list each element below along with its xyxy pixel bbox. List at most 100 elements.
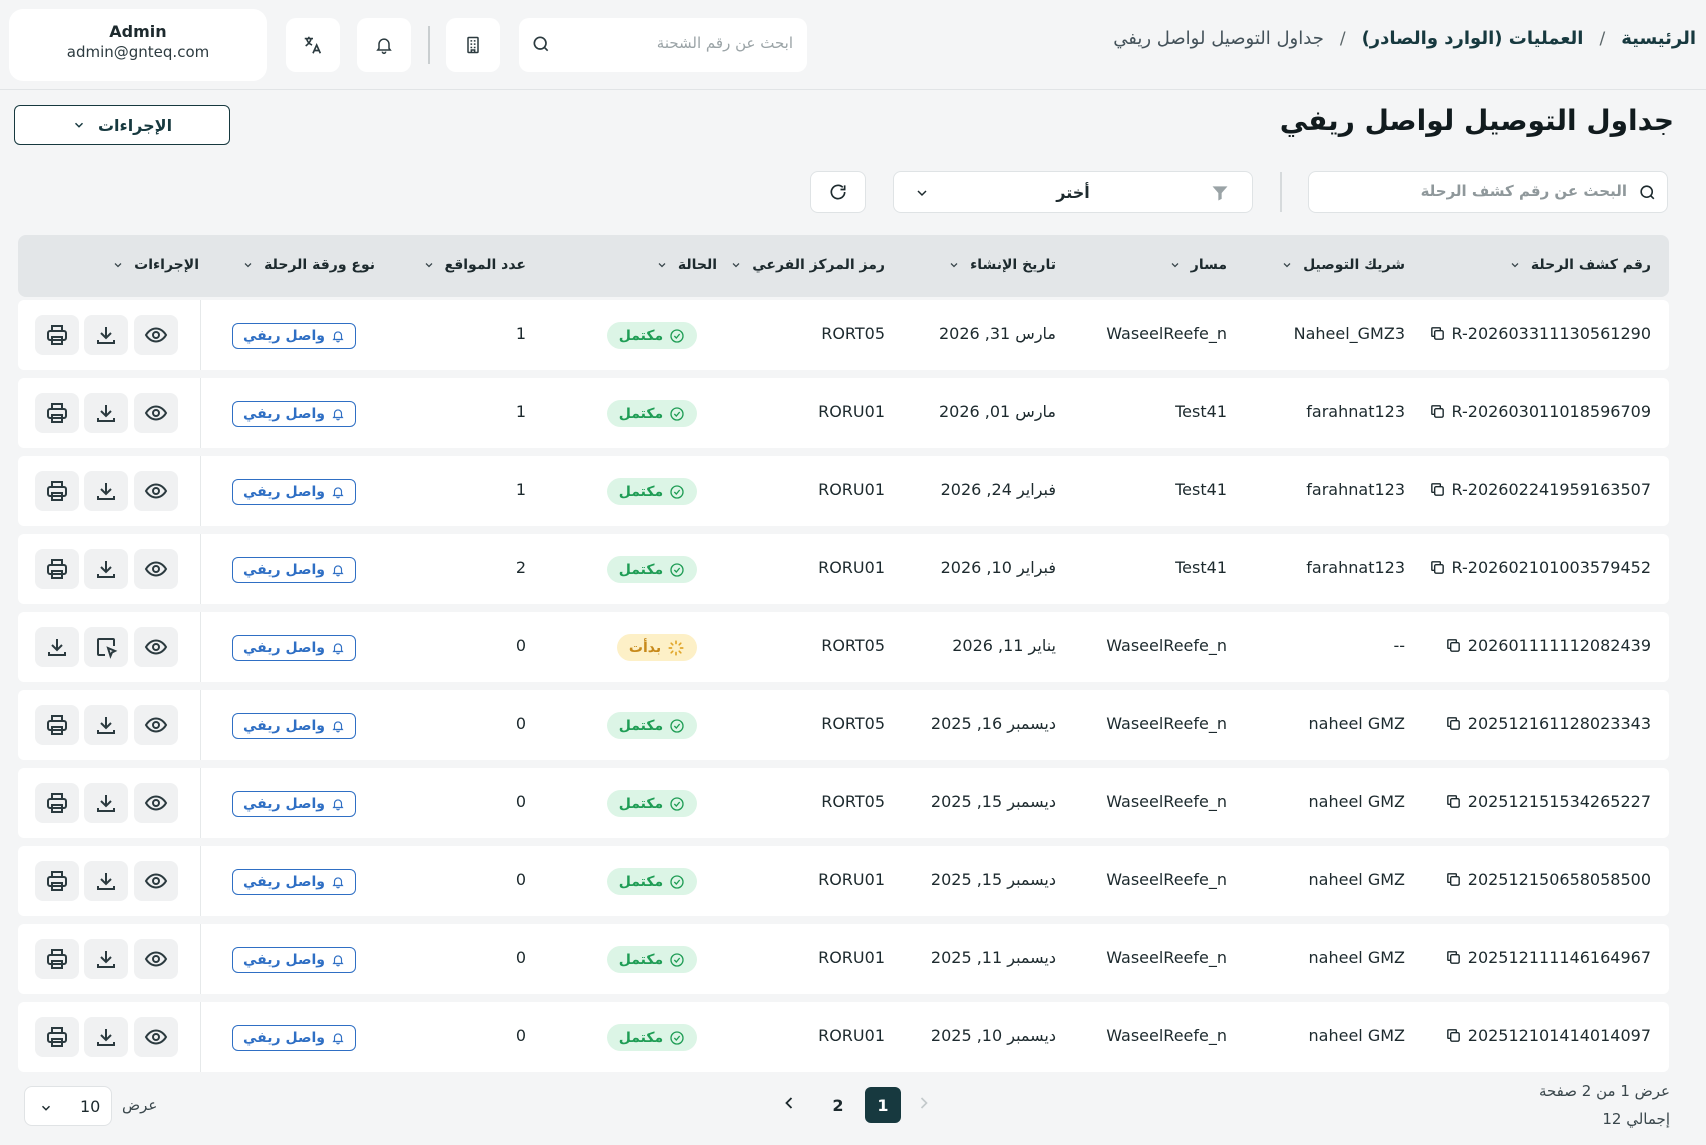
column-header-actions[interactable]: الإجراءات: [112, 257, 199, 273]
trip-type-badge[interactable]: واصل ريفي: [232, 479, 356, 505]
copy-icon[interactable]: [1429, 559, 1446, 576]
copy-icon[interactable]: [1445, 715, 1462, 732]
download-button[interactable]: [84, 471, 128, 511]
table-row[interactable]: 202512150658058500 naheel GMZ WaseelReefe_…: [18, 846, 1669, 916]
view-button[interactable]: [134, 315, 178, 355]
column-header-type[interactable]: نوع ورقة الرحلة: [242, 257, 375, 273]
view-button[interactable]: [134, 939, 178, 979]
column-header-status[interactable]: الحالة: [656, 257, 717, 273]
view-button[interactable]: [134, 549, 178, 589]
breadcrumb-operations[interactable]: العمليات (الوارد والصادر): [1362, 28, 1584, 49]
prev-page-button[interactable]: [914, 1093, 934, 1113]
trip-type-badge[interactable]: واصل ريفي: [232, 323, 356, 349]
copy-icon[interactable]: [1445, 1027, 1462, 1044]
table-row[interactable]: 202512111146164967 naheel GMZ WaseelReefe_…: [18, 924, 1669, 994]
table-row[interactable]: 202601111112082439 -- WaseelReefe_n يناير 1…: [18, 612, 1669, 682]
trip-type-badge[interactable]: واصل ريفي: [232, 947, 356, 973]
column-header-route[interactable]: مسار: [1169, 257, 1227, 273]
download-button[interactable]: [84, 783, 128, 823]
print-button[interactable]: [35, 783, 79, 823]
user-profile[interactable]: Admin admin@gnteq.com: [9, 9, 267, 81]
chevron-down-icon: [948, 259, 960, 271]
view-button[interactable]: [134, 1017, 178, 1057]
chevron-down-icon: [39, 1101, 53, 1115]
trip-type-badge[interactable]: واصل ريفي: [232, 713, 356, 739]
table-row[interactable]: R-202603011018596709 farahnat123 Test41 مار…: [18, 378, 1669, 448]
route: WaseelReefe_n: [1106, 1026, 1227, 1045]
column-header-created[interactable]: تاريخ الإنشاء: [948, 257, 1056, 273]
shipment-search[interactable]: [519, 18, 807, 72]
notifications-button[interactable]: [357, 18, 411, 72]
delivery-partner: naheel GMZ: [1308, 1026, 1405, 1045]
copy-icon[interactable]: [1445, 871, 1462, 888]
column-header-trip[interactable]: رقم كشف الرحلة: [1509, 257, 1651, 273]
table-row[interactable]: 202512151534265227 naheel GMZ WaseelReefe_…: [18, 768, 1669, 838]
trip-search[interactable]: [1308, 171, 1668, 213]
view-button[interactable]: [134, 783, 178, 823]
print-button[interactable]: [35, 471, 79, 511]
check-circle-icon: [669, 796, 685, 812]
download-button[interactable]: [84, 549, 128, 589]
print-button[interactable]: [35, 315, 79, 355]
chevron-down-icon: [1281, 259, 1293, 271]
column-header-hub[interactable]: رمز المركز الفرعي: [730, 257, 885, 273]
page-size-select[interactable]: 10: [24, 1086, 112, 1126]
download-icon: [94, 557, 118, 581]
table-row[interactable]: R-202602241959163507 farahnat123 Test41 فبر…: [18, 456, 1669, 526]
download-button[interactable]: [84, 393, 128, 433]
actions-divider: [200, 300, 201, 370]
table-row[interactable]: R-202603311130561290 Naheel_GMZ3 WaseelRee…: [18, 300, 1669, 370]
view-button[interactable]: [134, 393, 178, 433]
download-icon: [94, 479, 118, 503]
print-button[interactable]: [35, 939, 79, 979]
download-button[interactable]: [84, 939, 128, 979]
download-button[interactable]: [84, 315, 128, 355]
download-button[interactable]: [84, 1017, 128, 1057]
trip-type-badge[interactable]: واصل ريفي: [232, 869, 356, 895]
print-button[interactable]: [35, 861, 79, 901]
column-header-sites[interactable]: عدد المواقع: [423, 257, 526, 273]
shipment-search-input[interactable]: [553, 34, 793, 52]
download-button[interactable]: [35, 627, 79, 667]
copy-icon[interactable]: [1429, 481, 1446, 498]
view-button[interactable]: [134, 471, 178, 511]
trip-number: R-202603311130561290: [1451, 324, 1651, 343]
actions-dropdown[interactable]: الإجراءات: [14, 105, 230, 145]
table-row[interactable]: 202512101414014097 naheel GMZ WaseelReefe_…: [18, 1002, 1669, 1072]
trip-search-input[interactable]: [1327, 182, 1627, 200]
view-button[interactable]: [134, 705, 178, 745]
table-row[interactable]: R-202602101003579452 farahnat123 Test41 فبر…: [18, 534, 1669, 604]
page-button-2[interactable]: 2: [820, 1087, 856, 1123]
download-button[interactable]: [84, 861, 128, 901]
copy-icon[interactable]: [1429, 403, 1446, 420]
copy-icon[interactable]: [1445, 793, 1462, 810]
table-row[interactable]: 202512161128023343 naheel GMZ WaseelReefe_…: [18, 690, 1669, 760]
print-button[interactable]: [35, 549, 79, 589]
print-button[interactable]: [35, 705, 79, 745]
trip-type-badge[interactable]: واصل ريفي: [232, 401, 356, 427]
next-page-button[interactable]: [779, 1093, 799, 1113]
view-button[interactable]: [134, 861, 178, 901]
view-button[interactable]: [134, 627, 178, 667]
copy-icon[interactable]: [1429, 325, 1446, 342]
building-button[interactable]: [446, 18, 500, 72]
trip-type-badge[interactable]: واصل ريفي: [232, 557, 356, 583]
trip-type-badge[interactable]: واصل ريفي: [232, 791, 356, 817]
print-button[interactable]: [35, 393, 79, 433]
copy-icon[interactable]: [1445, 949, 1462, 966]
search-icon: [1638, 183, 1657, 202]
select-button[interactable]: [84, 627, 128, 667]
print-button[interactable]: [35, 1017, 79, 1057]
page-button-1[interactable]: 1: [865, 1087, 901, 1123]
breadcrumb-home[interactable]: الرئيسية: [1621, 28, 1696, 49]
language-button[interactable]: [286, 18, 340, 72]
refresh-button[interactable]: [810, 171, 866, 213]
trip-type-badge[interactable]: واصل ريفي: [232, 635, 356, 661]
download-button[interactable]: [84, 705, 128, 745]
filter-select[interactable]: أختر: [893, 171, 1253, 213]
copy-icon[interactable]: [1445, 637, 1462, 654]
trip-type-badge[interactable]: واصل ريفي: [232, 1025, 356, 1051]
column-header-partner[interactable]: شريك التوصيل: [1281, 257, 1405, 273]
status-badge: مكتمل: [607, 322, 697, 349]
column-header-label: رقم كشف الرحلة: [1530, 257, 1651, 273]
